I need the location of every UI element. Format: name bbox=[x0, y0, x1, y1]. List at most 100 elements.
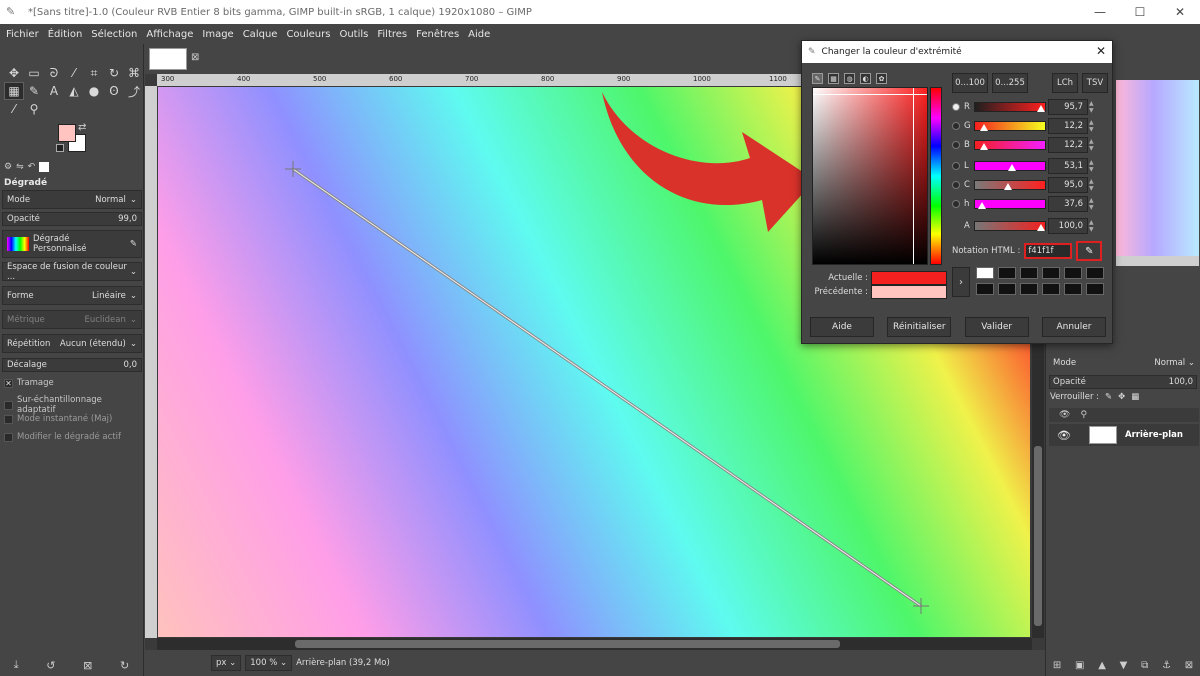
history-swatch[interactable] bbox=[1020, 283, 1038, 295]
slider-track[interactable] bbox=[974, 121, 1046, 131]
gradient-select[interactable]: Dégradé Personnalisé ✎ bbox=[2, 230, 142, 258]
layer-row[interactable]: 👁 Arrière-plan bbox=[1049, 424, 1199, 446]
scale-0-255-button[interactable]: 0...255 bbox=[992, 73, 1028, 93]
supersample-checkbox[interactable]: Sur-échantillonnage adaptatif bbox=[4, 395, 143, 415]
help-button[interactable]: Aide bbox=[810, 317, 874, 337]
slider-value[interactable]: 95,7 bbox=[1048, 99, 1088, 115]
new-group-icon[interactable]: ▣ bbox=[1075, 660, 1084, 671]
raise-layer-icon[interactable]: ▲ bbox=[1098, 660, 1106, 671]
gradient-preview[interactable] bbox=[7, 237, 29, 251]
previous-color-swatch[interactable] bbox=[871, 285, 947, 299]
slider-track[interactable] bbox=[974, 102, 1046, 112]
html-notation-input[interactable]: f41f1f bbox=[1024, 243, 1073, 259]
menu-filtres[interactable]: Filtres bbox=[373, 29, 412, 40]
menu-outils[interactable]: Outils bbox=[335, 29, 373, 40]
metric-select[interactable]: Métrique Euclidean ⌄ bbox=[2, 310, 142, 329]
menu-calque[interactable]: Calque bbox=[239, 29, 283, 40]
saturation-value-picker[interactable] bbox=[812, 87, 928, 265]
menu-couleurs[interactable]: Couleurs bbox=[282, 29, 335, 40]
paintbrush-icon[interactable]: ✎ bbox=[24, 82, 44, 100]
history-swatch[interactable] bbox=[998, 267, 1016, 279]
duplicate-layer-icon[interactable]: ⧉ bbox=[1141, 660, 1148, 671]
modify-active-checkbox[interactable]: Modifier le dégradé actif bbox=[4, 432, 121, 442]
spinner-icon[interactable]: ▲ ▼ bbox=[1089, 138, 1097, 152]
opacity-slider[interactable]: Opacité 99,0 bbox=[2, 212, 142, 226]
menu-image[interactable]: Image bbox=[198, 29, 238, 40]
menu-fenetres[interactable]: Fenêtres bbox=[412, 29, 464, 40]
cmyk-selector-icon[interactable]: ▦ bbox=[828, 73, 839, 84]
slider-track[interactable] bbox=[974, 221, 1046, 231]
history-swatch[interactable] bbox=[1020, 267, 1038, 279]
slider-h[interactable]: h 37,6 ▲ ▼ bbox=[952, 196, 1107, 212]
minimize-button[interactable]: — bbox=[1080, 0, 1120, 24]
instant-mode-checkbox[interactable]: Mode instantané (Maj) bbox=[4, 414, 112, 424]
lch-button[interactable]: LCh bbox=[1052, 73, 1078, 93]
dialog-close-button[interactable]: ✕ bbox=[1096, 44, 1106, 58]
offset-slider[interactable]: Décalage 0,0 bbox=[2, 358, 142, 372]
radio-icon[interactable] bbox=[952, 103, 960, 111]
repeat-select[interactable]: Répétition Aucun (étendu) ⌄ bbox=[2, 334, 142, 353]
unit-select[interactable]: px ⌄ bbox=[211, 655, 242, 671]
history-swatch[interactable] bbox=[1086, 267, 1104, 279]
radio-icon[interactable] bbox=[952, 141, 960, 149]
slider-a[interactable]: A 100,0 ▲ ▼ bbox=[952, 218, 1107, 234]
tsv-button[interactable]: TSV bbox=[1082, 73, 1108, 93]
history-swatch[interactable] bbox=[1042, 283, 1060, 295]
warp-icon[interactable]: ⌘ bbox=[124, 64, 144, 82]
slider-g[interactable]: G 12,2 ▲ ▼ bbox=[952, 118, 1107, 134]
slider-track[interactable] bbox=[974, 140, 1046, 150]
gradient-icon[interactable]: ▦ bbox=[4, 82, 24, 100]
navigation-preview[interactable] bbox=[1116, 80, 1199, 256]
history-swatch[interactable] bbox=[976, 267, 994, 279]
fuzzy-select-icon[interactable]: ⁄ bbox=[64, 64, 84, 82]
text-icon[interactable]: A bbox=[44, 82, 64, 100]
reset-icon[interactable]: ↻ bbox=[120, 659, 129, 672]
lock-position-icon[interactable]: ✥ bbox=[1118, 392, 1125, 402]
bucket-icon[interactable]: ◭ bbox=[64, 82, 84, 100]
eyedropper-icon[interactable]: ✎ bbox=[1076, 241, 1103, 261]
history-swatch[interactable] bbox=[1042, 267, 1060, 279]
path-icon[interactable]: ⤴ bbox=[124, 82, 144, 100]
eye-icon[interactable]: 👁 bbox=[1057, 429, 1081, 442]
history-swatch[interactable] bbox=[998, 283, 1016, 295]
swap-colors-icon[interactable]: ⇄ bbox=[78, 122, 86, 133]
layer-opacity-slider[interactable]: Opacité 100,0 bbox=[1049, 375, 1197, 389]
menu-edition[interactable]: Édition bbox=[44, 29, 88, 40]
spinner-icon[interactable]: ▲ ▼ bbox=[1089, 100, 1097, 114]
rotate-icon[interactable]: ↻ bbox=[104, 64, 124, 82]
tool-options-tab-icon[interactable]: ⚙ bbox=[4, 162, 12, 172]
reset-colors-icon[interactable] bbox=[56, 144, 64, 152]
horizontal-scrollbar[interactable] bbox=[157, 638, 1032, 650]
blend-color-space-select[interactable]: Espace de fusion de couleur ... ⌄ bbox=[2, 262, 142, 282]
crop-icon[interactable]: ⌗ bbox=[84, 64, 104, 82]
hue-strip[interactable] bbox=[930, 87, 942, 265]
shape-select[interactable]: Forme Linéaire ⌄ bbox=[2, 286, 142, 305]
zoom-icon[interactable]: ⚲ bbox=[24, 100, 44, 118]
slider-value[interactable]: 37,6 bbox=[1048, 196, 1088, 212]
save-preset-icon[interactable]: ⤓ bbox=[14, 658, 19, 672]
clone-icon[interactable]: ● bbox=[84, 82, 104, 100]
history-swatch[interactable] bbox=[1086, 283, 1104, 295]
color-picker-icon[interactable]: ⁄ bbox=[4, 100, 24, 118]
slider-c[interactable]: C 95,0 ▲ ▼ bbox=[952, 177, 1107, 193]
history-swatch[interactable] bbox=[976, 283, 994, 295]
radio-icon[interactable] bbox=[952, 200, 960, 208]
gimp-selector-icon[interactable]: ✎ bbox=[812, 73, 823, 84]
slider-track[interactable] bbox=[974, 161, 1046, 171]
radio-icon[interactable] bbox=[952, 162, 960, 170]
dither-checkbox[interactable]: ✕ Tramage bbox=[4, 378, 54, 388]
slider-r[interactable]: R 95,7 ▲ ▼ bbox=[952, 99, 1107, 115]
navigation-zoom-bar[interactable] bbox=[1116, 256, 1199, 266]
slider-value[interactable]: 95,0 bbox=[1048, 177, 1088, 193]
smudge-icon[interactable]: ʘ bbox=[104, 82, 124, 100]
radio-icon[interactable] bbox=[952, 181, 960, 189]
device-status-tab-icon[interactable]: ⇋ bbox=[16, 162, 24, 172]
spinner-icon[interactable]: ▲ ▼ bbox=[1089, 178, 1097, 192]
watercolor-selector-icon[interactable]: ◍ bbox=[844, 73, 855, 84]
scale-0-100-button[interactable]: 0...100 bbox=[952, 73, 988, 93]
radio-icon[interactable] bbox=[952, 122, 960, 130]
menu-fichier[interactable]: Fichier bbox=[2, 29, 44, 40]
spinner-icon[interactable]: ▲ ▼ bbox=[1089, 119, 1097, 133]
images-tab-icon[interactable] bbox=[39, 162, 50, 172]
history-swatch[interactable] bbox=[1064, 283, 1082, 295]
